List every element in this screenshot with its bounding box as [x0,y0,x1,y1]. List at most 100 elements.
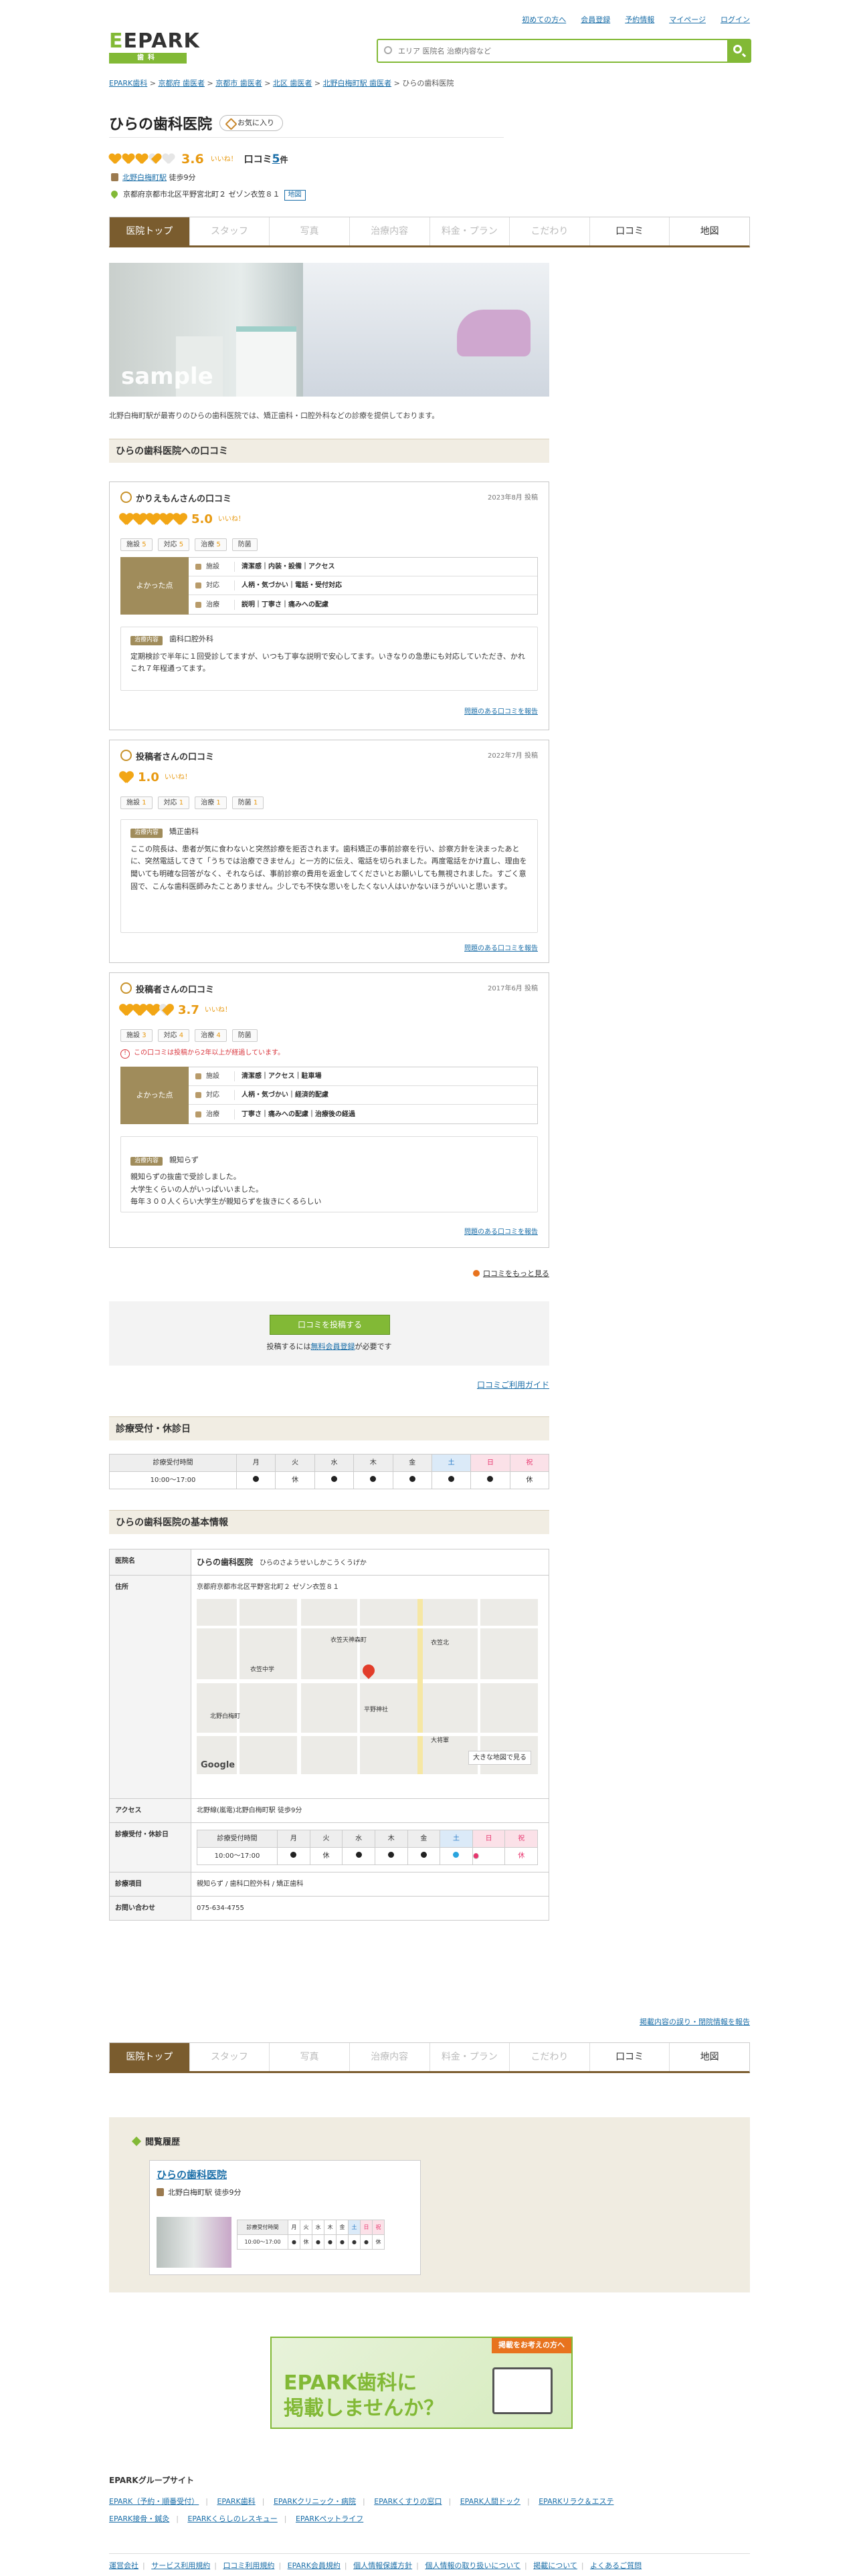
tab-map[interactable]: 地図 [669,217,749,245]
train-icon [111,173,118,181]
history-clinic-name[interactable]: ひらの歯科医院 [157,2167,227,2183]
review-author: かりえもんさんの口コミ [120,492,231,506]
post-review-area: 口コミを投稿する 投稿するには無料会員登録が必要です [109,1301,549,1366]
monitor-icon [492,2367,553,2414]
magnifier-icon [733,45,742,53]
link-first-time[interactable]: 初めての方へ [522,15,566,26]
footer-links: 運営会社 | サービス利用規約 | 口コミ利用規約 | EPARK会員規約 | 個人情報… [109,2553,750,2572]
rating-score: 3.6 [181,152,204,167]
crumb-kita[interactable]: 北区 歯医者 [273,79,312,88]
tab-prices[interactable]: 料金・プラン [429,217,510,245]
header-links: 初めての方へ 会員登録 予約情報 マイページ ログイン [522,15,750,26]
group-links: EPARK（予約・順番受付） | EPARK歯科 | EPARKクリニック・病院 | … [109,2497,614,2523]
link-register[interactable]: 会員登録 [581,15,610,26]
access-line: 北野白梅町駅 徒歩9分 [111,173,196,184]
rating-word: いいね！ [210,155,237,163]
tab-top[interactable]: 医院トップ [110,217,189,245]
post-review-button[interactable]: 口コミを投稿する [270,1315,390,1335]
post-note: 投稿するには無料会員登録が必要です [266,1342,392,1351]
favorite-button[interactable]: お気に入り [219,115,283,131]
score-facility: 施設 5 [120,538,153,551]
review-card: 投稿者さんの口コミ 2017年6月 投稿 3.7 いいね！ 施設 3 対応 4 治… [109,972,549,1248]
report-review-link[interactable]: 問題のある口コミを報告 [464,707,538,717]
search-button[interactable] [727,40,750,62]
epark-logo[interactable]: EEPARK 歯科 [109,30,199,66]
tab-staff[interactable]: スタッフ [189,217,270,245]
map-button[interactable]: 地図 [284,190,306,201]
review-body: 治療内容 歯科口腔外科 定期検診で半年に１回受診してますが、いつも丁寧な説明で安心… [120,627,538,691]
review-scores: 施設 5 対応 5 治療 5 防菌 [120,538,258,551]
history-photo [157,2217,231,2268]
pin-icon [109,189,120,199]
tab-treatments[interactable]: 治療内容 [349,217,430,245]
review-scores: 施設 1 対応 1 治療 1 防菌 1 [120,796,264,809]
old-review-warning: この口コミは投稿から2年以上が経過しています。 [120,1048,284,1059]
browsing-history: 閲覧履歴 ひらの歯科医院 北野白梅町駅 徒歩9分 診療受付時間月火水木金土日祝 … [109,2117,750,2292]
search-input[interactable] [378,40,712,62]
score-service: 対応 5 [157,538,190,551]
basic-info-table: 医院名 ひらの歯科医院 ひらのさようせいしかこうくうげか 住所 京都府京都市北区平野… [109,1549,549,1921]
report-review-link[interactable]: 問題のある口コミを報告 [464,944,538,954]
search-box [377,39,751,63]
link-reservations[interactable]: 予約情報 [625,15,654,26]
logo-text: EPARK [123,29,200,53]
listing-banner[interactable]: 掲載をお考えの方へ EPARK歯科に 掲載しませんか？ [270,2337,573,2429]
basic-info-heading: ひらの歯科医院の基本情報 [109,1510,549,1534]
address-line: 京都府京都市北区平野宮北町２ ゼゾン衣笠８１ 地図 [109,189,306,201]
review-guide-link[interactable]: 口コミご利用ガイド [477,1379,549,1391]
crumb-epark[interactable]: EPARK歯科 [109,79,147,88]
hours-table-inner: 診療受付時間月火水木金土日祝 10:00〜17:00 休休 [197,1830,538,1865]
score-treatment: 治療 5 [195,538,227,551]
google-logo: Google [201,1760,235,1770]
hours-table: 診療受付時間月火水木金土日祝 10:00〜17:00 休休 [109,1454,550,1489]
address-text: 京都府京都市北区平野宮北町２ ゼゾン衣笠８１ [123,190,280,199]
score-hygiene: 防菌 [231,538,258,551]
clinic-description: 北野白梅町駅が最寄りのひらの歯科医院では、矯正歯科・口腔外科などの診療を提供して… [109,411,440,420]
report-error-link[interactable]: 掲載内容の誤り・閉院情報を報告 [640,2017,750,2028]
reviews-heading: ひらの歯科医院への口コミ [109,439,549,463]
search-icon [384,46,392,54]
report-review-link[interactable]: 問題のある口コミを報告 [464,1227,538,1237]
clinic-map[interactable]: 衣笠中学 北野白梅町 衣笠北 平野神社 大将軍 衣笠天神森町 大きな地図で見る … [197,1599,538,1774]
good-points: よかった点 施設 清潔感｜内装・設備｜アクセス 対応 人柄・気づかい｜電話・受付対応… [120,557,538,615]
tab-reviews[interactable]: 口コミ [589,217,670,245]
review-rating: 5.0 いいね！ [120,510,245,528]
crumb-current: ひらの歯科医院 [402,79,454,88]
link-mypage[interactable]: マイページ [669,15,706,26]
history-hours: 診療受付時間月火水木金土日祝 10:00〜17:00 ● 休 ● ● ● ● ● 休 [237,2220,385,2250]
clinic-photo: sample [109,263,549,397]
crumb-station[interactable]: 北野白梅町駅 歯医者 [323,79,392,88]
breadcrumb: EPARK歯科 > 京都府 歯医者 > 京都市 歯医者 > 北区 歯医者 > 北… [109,79,454,88]
hours-heading: 診療受付・休診日 [109,1416,549,1440]
review-body: 治療内容 親知らず 親知らずの抜歯で受診しました。 大学生くらいの人がいっぱいいま… [120,1136,538,1212]
review-count[interactable]: 口コミ5件 [244,151,288,169]
review-date: 2023年8月 投稿 [488,494,538,502]
review-card: かりえもんさんの口コミ 2023年8月 投稿 5.0 いいね！ 施設 5 対応 5… [109,481,549,730]
large-map-link[interactable]: 大きな地図で見る [468,1751,531,1765]
station-link[interactable]: 北野白梅町駅 [122,173,167,182]
clinic-tabs-bottom: 医院トップ スタッフ 写真 治療内容 料金・プラン こだわり 口コミ 地図 [109,2042,750,2073]
map-pin-icon [360,1662,377,1679]
walk-time: 徒歩9分 [169,173,196,182]
clinic-tabs: 医院トップ スタッフ 写真 治療内容 料金・プラン こだわり 口コミ 地図 [109,217,750,247]
logo-sub: 歯科 [109,53,187,64]
history-card[interactable]: ひらの歯科医院 北野白梅町駅 徒歩9分 診療受付時間月火水木金土日祝 10:00… [149,2160,421,2275]
page: 初めての方へ 会員登録 予約情報 マイページ ログイン EEPARK 歯科 EP… [0,0,859,2576]
crumb-kyoto[interactable]: 京都府 歯医者 [158,79,205,88]
sample-label: sample [121,363,213,390]
tab-photos[interactable]: 写真 [269,217,349,245]
divider [109,137,504,138]
history-title: 閲覧履歴 [133,2136,180,2149]
clinic-title: ひらの歯科医院 [109,116,213,133]
free-register-link[interactable]: 無料会員登録 [311,1342,355,1351]
rating-hearts [109,154,175,165]
review-card: 投稿者さんの口コミ 2022年7月 投稿 1.0 いいね！ 施設 1 対応 1 治… [109,740,549,963]
crumb-kyoto-city[interactable]: 京都市 歯医者 [215,79,262,88]
review-body: 治療内容 矯正歯科 ここの院長は、患者が気に食わないと突然診療を拒否されます。歯科… [120,819,538,933]
link-login[interactable]: ログイン [721,15,750,26]
tab-features[interactable]: こだわり [509,217,589,245]
review-scores: 施設 3 対応 4 治療 4 防菌 [120,1029,258,1042]
good-points: よかった点 施設 清潔感｜アクセス｜駐車場 対応 人柄・気づかい｜経済的配慮 治療丁… [120,1067,538,1124]
more-reviews-link[interactable]: 口コミをもっと見る [473,1269,549,1280]
clinic-rating: 3.6 いいね！ 口コミ5件 [109,150,288,169]
